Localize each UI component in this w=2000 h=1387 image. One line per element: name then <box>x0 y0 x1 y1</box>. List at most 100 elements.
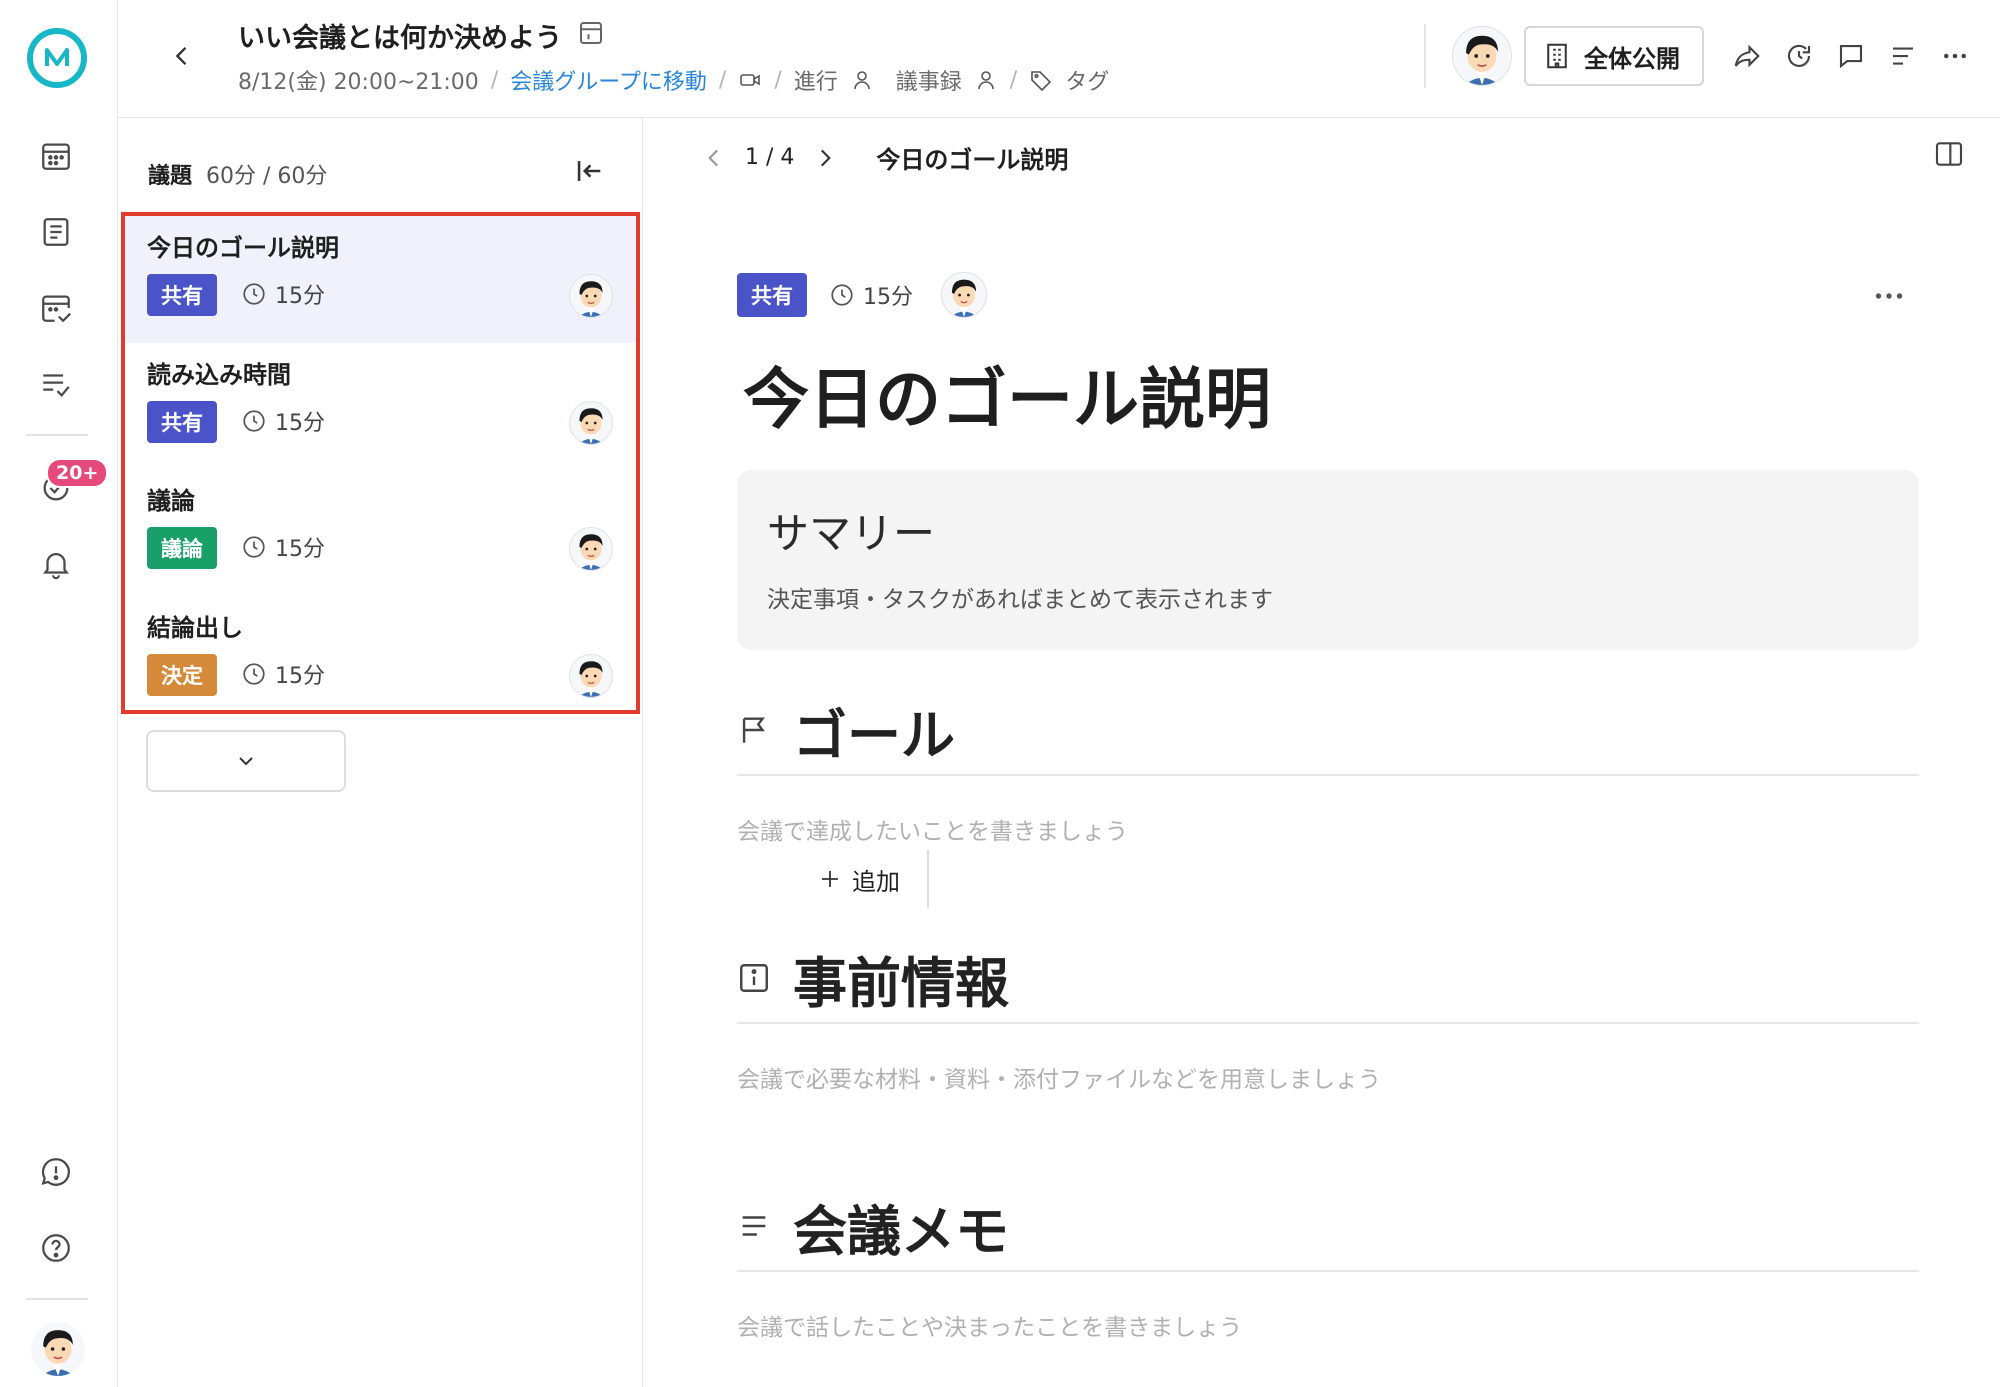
logo-icon[interactable] <box>27 28 87 88</box>
task-calendar-icon[interactable] <box>38 290 74 326</box>
comment-icon[interactable] <box>1834 39 1868 73</box>
lines-icon <box>742 1216 766 1236</box>
left-rail: 20+ <box>0 0 118 1387</box>
summary-box: サマリー 決定事項・タスクがあればまとめて表示されます <box>737 470 1919 650</box>
feedback-icon[interactable] <box>38 1154 74 1190</box>
publish-button[interactable]: 全体公開 <box>1524 26 1704 86</box>
calendar-icon[interactable] <box>38 138 74 174</box>
duration-text: 15分 <box>275 537 325 562</box>
agenda-title[interactable]: 今日のゴール説明 <box>743 346 1271 442</box>
agenda-panel: 議題 60分 / 60分 今日のゴール説明 共有 15分 読み込み時間 共有 1… <box>118 118 929 1387</box>
agenda-item-tag: 議論 <box>147 527 217 569</box>
agenda-meta: 共有 15分 <box>737 272 987 318</box>
pager-title: 今日のゴール説明 <box>876 146 1069 174</box>
agenda-item-title: 議論 <box>147 487 195 515</box>
separator: / <box>1009 67 1018 93</box>
section-placeholder[interactable]: 会議で話したことや決まったことを書きましょう <box>737 1308 1919 1342</box>
group-link[interactable]: 会議グループに移動 <box>510 64 707 96</box>
add-agenda-split-button: 追加 <box>146 730 929 908</box>
separator: / <box>718 67 727 93</box>
agenda-item[interactable]: 読み込み時間 共有 15分 <box>125 343 636 470</box>
clock-icon <box>243 409 265 432</box>
template-icon[interactable] <box>576 18 606 48</box>
section-placeholder[interactable]: 会議で必要な材料・資料・添付ファイルなどを用意しましょう <box>737 1060 1919 1094</box>
more-icon[interactable] <box>1938 39 1972 73</box>
agenda-label: 議題 <box>148 164 193 189</box>
assignee-avatar[interactable] <box>941 272 987 318</box>
section-title: ゴール <box>793 703 955 767</box>
history-icon[interactable] <box>1782 39 1816 73</box>
section-header: 事前情報 <box>737 944 1919 1024</box>
flag-icon <box>742 717 765 743</box>
back-button[interactable] <box>162 36 202 76</box>
add-options-dropdown[interactable] <box>148 749 344 773</box>
meeting-datetime[interactable]: 8/12(金) 20:00~21:00 <box>238 64 479 96</box>
agenda-item[interactable]: 結論出し 決定 15分 <box>125 596 636 723</box>
section-notes: 会議メモ 会議で話したことや決まったことを書きましょう <box>737 1192 1919 1342</box>
tag-label[interactable]: タグ <box>1065 64 1109 96</box>
person-icon[interactable] <box>850 68 874 92</box>
assignee-avatar[interactable] <box>569 527 613 571</box>
agenda-detail: 1 / 4 今日のゴール説明 共有 15分 今日のゴール説明 サマリー 決定事項… <box>643 118 2000 1387</box>
agenda-pager: 1 / 4 今日のゴール説明 <box>701 140 1068 175</box>
minutes-label[interactable]: 議事録 <box>896 64 962 96</box>
assignee-avatar[interactable] <box>569 653 613 698</box>
chevron-down-icon <box>239 757 253 766</box>
chevron-left-icon[interactable] <box>701 145 727 171</box>
share-icon[interactable] <box>1730 39 1764 73</box>
agenda-duration[interactable]: 15分 <box>829 279 913 311</box>
notification-badge: 20+ <box>46 458 109 488</box>
meeting-header: いい会議とは何か決めよう 8/12(金) 20:00~21:00 / 会議グルー… <box>118 0 2000 118</box>
assignee-avatar[interactable] <box>569 400 613 445</box>
tag-icon[interactable] <box>1029 68 1053 92</box>
more-icon[interactable] <box>1871 278 1907 314</box>
section-goal: ゴール 会議で達成したいことを書きましょう <box>737 696 1919 846</box>
agenda-item-tag: 共有 <box>147 400 217 443</box>
user-avatar[interactable] <box>31 1322 85 1376</box>
agenda-item-duration: 15分 <box>241 531 325 563</box>
agenda-list: 今日のゴール説明 共有 15分 読み込み時間 共有 15分 議論 議論 15分 <box>121 212 640 714</box>
video-icon[interactable] <box>738 68 762 92</box>
agenda-item-duration: 15分 <box>241 658 325 690</box>
chevron-right-icon[interactable] <box>812 145 838 171</box>
agenda-item-tag: 決定 <box>147 653 217 696</box>
help-icon[interactable] <box>38 1230 74 1266</box>
agenda-item-title: 今日のゴール説明 <box>147 234 339 262</box>
separator: / <box>774 67 782 93</box>
document-icon[interactable] <box>38 214 74 250</box>
clock-icon <box>243 662 265 685</box>
agenda-tag[interactable]: 共有 <box>737 273 807 317</box>
header-divider <box>1424 24 1426 88</box>
publish-label: 全体公開 <box>1584 44 1680 73</box>
agenda-item[interactable]: 議論 議論 15分 <box>125 469 636 596</box>
rail-divider <box>26 1298 88 1300</box>
rail-divider <box>26 434 88 436</box>
collapse-panel-icon[interactable] <box>572 154 606 188</box>
person-icon[interactable] <box>974 68 998 92</box>
outline-icon[interactable] <box>1886 39 1920 73</box>
duration-text: 15分 <box>275 284 325 309</box>
pager-count: 1 / 4 <box>745 145 795 170</box>
agenda-item-duration: 15分 <box>241 278 325 310</box>
header-actions: 全体公開 <box>1424 24 2000 88</box>
section-title: 会議メモ <box>793 1199 1009 1263</box>
clock-icon <box>243 536 265 558</box>
facilitator-label[interactable]: 進行 <box>794 64 838 96</box>
owner-avatar[interactable] <box>1452 26 1512 86</box>
bell-icon[interactable] <box>38 546 74 582</box>
building-icon <box>1547 43 1567 69</box>
section-preinfo: 事前情報 会議で必要な材料・資料・添付ファイルなどを用意しましょう <box>737 944 1919 1094</box>
section-placeholder[interactable]: 会議で達成したいことを書きましょう <box>737 812 1919 846</box>
meeting-title[interactable]: いい会議とは何か決めよう <box>238 16 562 55</box>
section-header: 会議メモ <box>737 1192 1919 1272</box>
split-view-icon[interactable] <box>1933 138 1965 170</box>
agenda-header: 議題 60分 / 60分 <box>148 158 327 190</box>
agenda-item-duration: 15分 <box>241 405 325 437</box>
checklist-icon[interactable] <box>38 366 74 402</box>
duration-text: 15分 <box>275 663 325 689</box>
duration-text: 15分 <box>863 285 913 310</box>
assignee-avatar[interactable] <box>569 274 613 318</box>
summary-title: サマリー <box>767 509 936 558</box>
summary-text: 決定事項・タスクがあればまとめて表示されます <box>767 587 1273 613</box>
agenda-item[interactable]: 今日のゴール説明 共有 15分 <box>125 216 636 343</box>
